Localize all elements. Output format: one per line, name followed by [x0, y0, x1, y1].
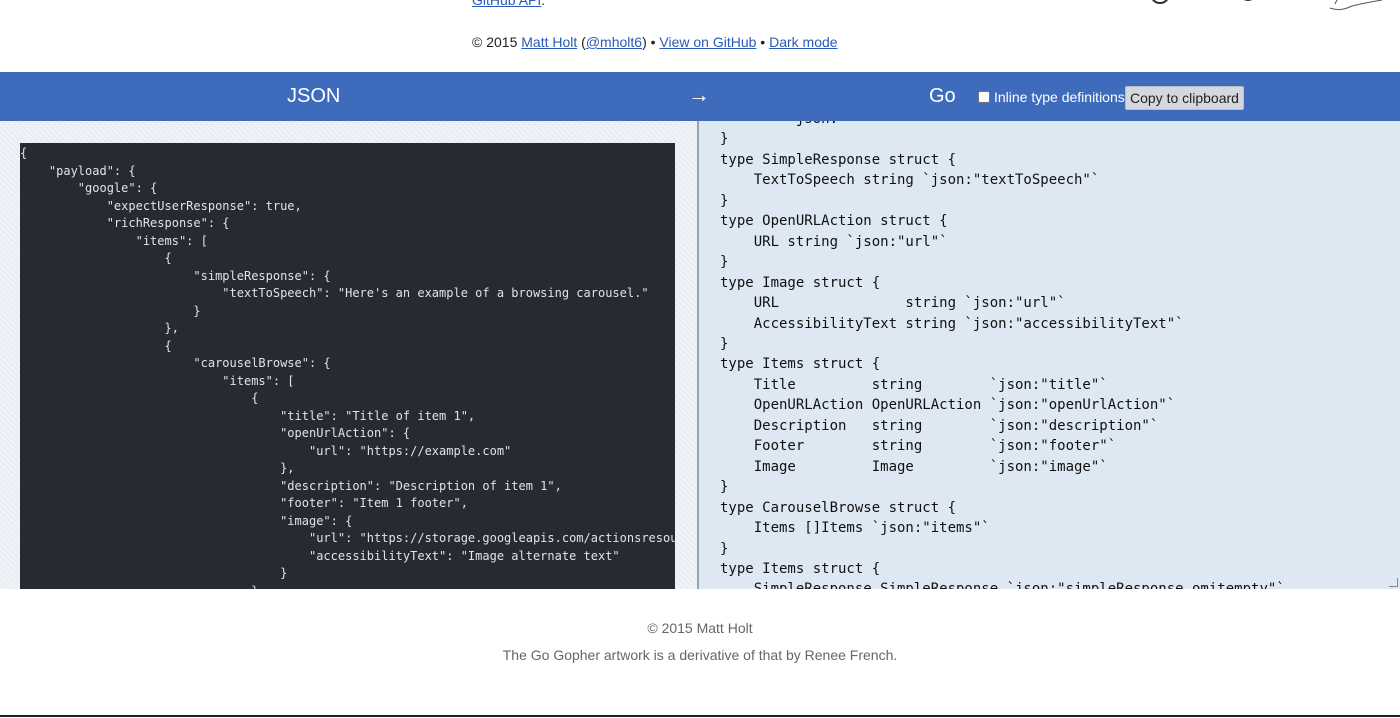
- inline-types-checkbox[interactable]: [978, 91, 990, 103]
- inline-types-option[interactable]: Inline type definitions: [976, 89, 1125, 105]
- handle-close: ) •: [642, 34, 660, 50]
- go-heading: Go: [929, 85, 956, 107]
- arrow-right-icon: →: [688, 82, 710, 107]
- handle-open: (: [577, 34, 586, 50]
- view-on-github-link[interactable]: View on GitHub: [659, 34, 756, 50]
- github-api-line: GitHub API.: [472, 0, 545, 8]
- json-input-text[interactable]: { "payload": { "google": { "expectUserRe…: [20, 143, 675, 589]
- go-output-text[interactable]: `json:""` } type SimpleResponse struct {…: [720, 121, 1285, 589]
- bottom-divider: [0, 715, 1400, 717]
- github-api-link[interactable]: GitHub API: [472, 0, 541, 8]
- copy-to-clipboard-button[interactable]: Copy to clipboard: [1125, 86, 1244, 110]
- dark-mode-link[interactable]: Dark mode: [769, 34, 837, 50]
- json-heading: JSON: [287, 85, 341, 107]
- resize-handle-icon[interactable]: [1389, 578, 1398, 587]
- gopher-artwork-icon: [1152, 0, 1383, 11]
- separator: •: [756, 34, 770, 50]
- go-output-pane: `json:""` } type SimpleResponse struct {…: [699, 121, 1400, 589]
- footer-artwork-note: The Go Gopher artwork is a derivative of…: [502, 647, 898, 663]
- page-header: GitHub API. © 2015 Matt Holt (@mholt6) •…: [0, 0, 1400, 72]
- github-api-suffix: .: [541, 0, 546, 8]
- copyright-prefix: © 2015: [472, 34, 522, 50]
- json-pane: { "payload": { "google": { "expectUserRe…: [0, 121, 697, 589]
- twitter-handle-link[interactable]: @mholt6: [586, 34, 642, 50]
- inline-types-label: Inline type definitions: [994, 89, 1125, 105]
- author-link[interactable]: Matt Holt: [521, 34, 577, 50]
- json-input-editor[interactable]: { "payload": { "google": { "expectUserRe…: [20, 143, 675, 589]
- footer-copyright: © 2015 Matt Holt: [647, 620, 753, 636]
- page-footer: © 2015 Matt Holt The Go Gopher artwork i…: [0, 589, 1400, 715]
- credits-line: © 2015 Matt Holt (@mholt6) • View on Git…: [472, 34, 838, 50]
